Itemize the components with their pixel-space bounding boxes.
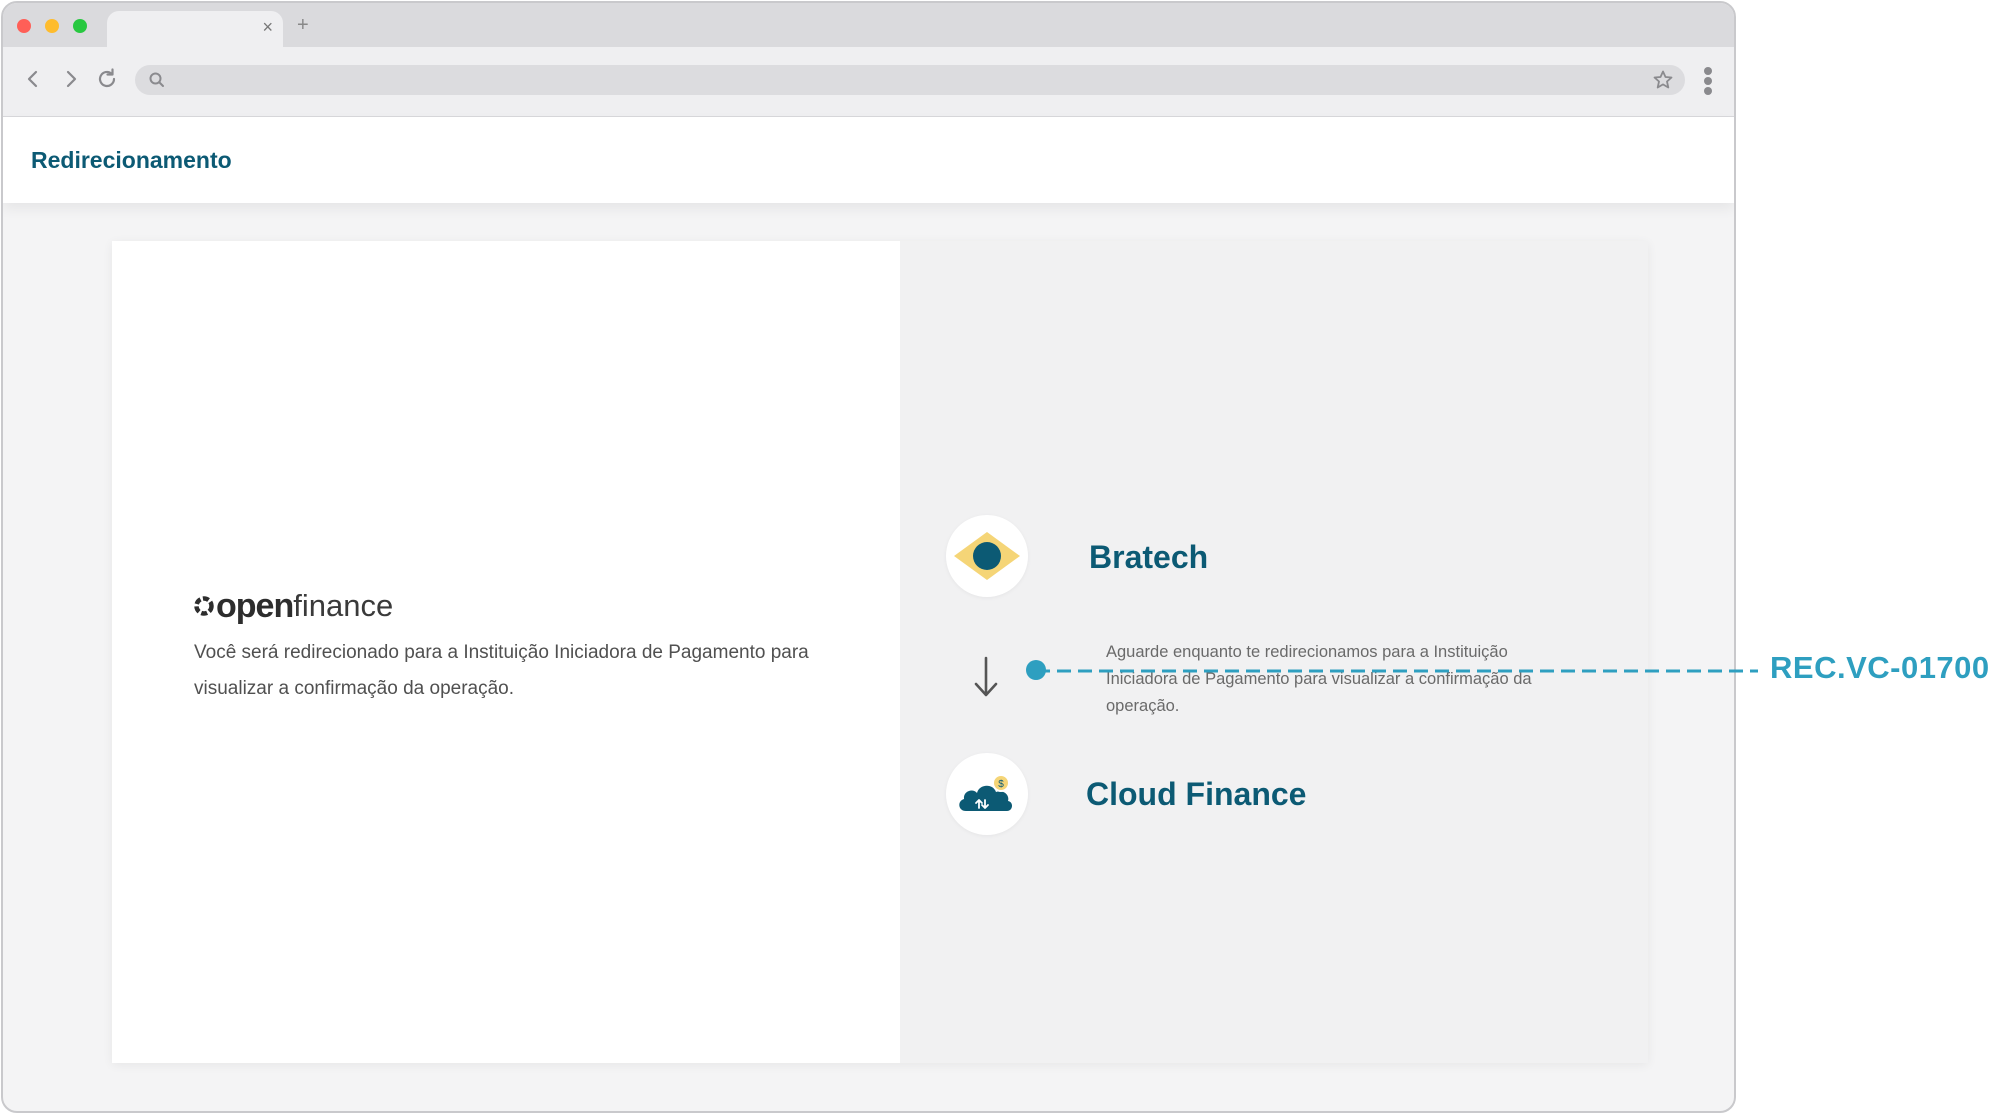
search-icon [149, 72, 164, 87]
annotation-marker-dot [1026, 660, 1046, 680]
forward-icon[interactable] [57, 65, 85, 93]
svg-text:$: $ [998, 779, 1004, 790]
cloud-finance-icon: $ [959, 774, 1013, 811]
back-icon[interactable] [19, 65, 47, 93]
browser-toolbar [3, 47, 1734, 117]
destination-institution-name: Cloud Finance [1086, 776, 1307, 812]
page-title: Redirecionamento [31, 147, 232, 173]
browser-tab[interactable]: × [107, 11, 283, 47]
cloud-finance-logo: $ [946, 753, 1028, 835]
redirect-explanation: Você será redirecionado para a Instituiç… [194, 642, 809, 699]
annotation-connector-line [1036, 669, 1758, 673]
open-finance-ring-icon [194, 596, 214, 616]
browser-window: × + Redirecionamento open finance Você s… [1, 1, 1736, 1113]
minimize-window-button[interactable] [45, 19, 59, 33]
close-window-button[interactable] [17, 19, 31, 33]
page-header: Redirecionamento [3, 117, 1734, 203]
logo-open-text: open [216, 587, 294, 625]
origin-institution-name: Bratech [1089, 539, 1209, 575]
redirect-card: open finance Você será redirecionado par… [112, 241, 1648, 1063]
maximize-window-button[interactable] [73, 19, 87, 33]
reload-icon[interactable] [93, 65, 121, 93]
redirect-wait-message: Aguarde enquanto te redirecionamos para … [1106, 643, 1532, 715]
tab-bar: × + [3, 3, 1734, 47]
redirect-status-panel: Bratech Aguarde enquanto te redirecionam… [900, 241, 1648, 1063]
bratech-logo [946, 515, 1028, 597]
bookmark-star-icon[interactable] [1651, 68, 1675, 92]
bratech-diamond-icon [954, 532, 1020, 580]
annotation-label: REC.VC-01700 [1770, 650, 1990, 685]
logo-finance-text: finance [293, 588, 394, 623]
open-finance-logo: open finance [193, 585, 393, 627]
address-bar[interactable] [135, 65, 1685, 95]
more-menu-icon[interactable] [1702, 65, 1714, 97]
new-tab-icon[interactable]: + [297, 13, 309, 37]
tab-close-icon[interactable]: × [262, 17, 273, 37]
arrow-down-icon [974, 656, 998, 697]
